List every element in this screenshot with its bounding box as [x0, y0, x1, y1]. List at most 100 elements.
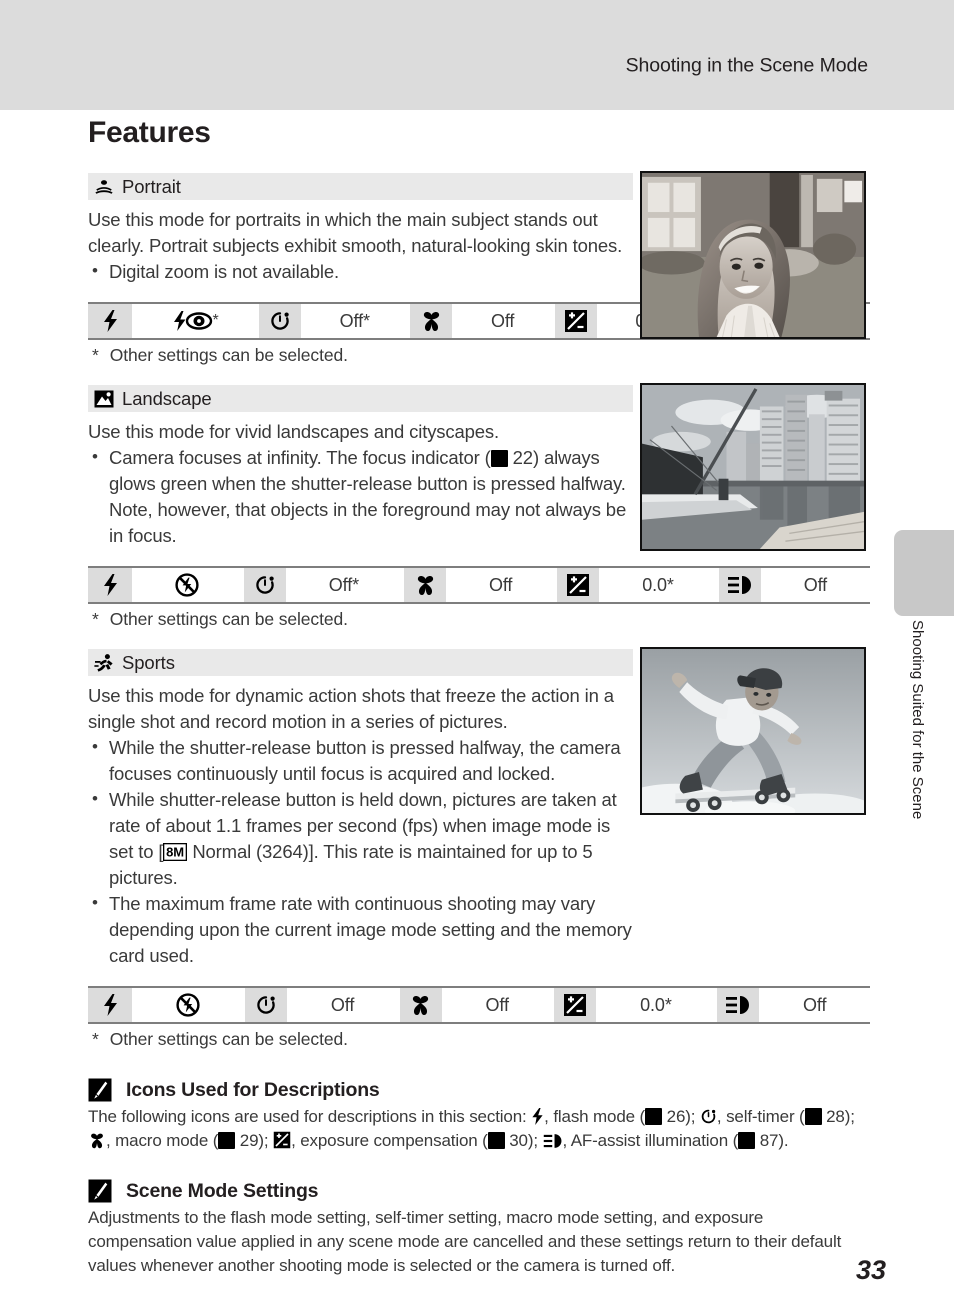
note-item-page: 29 — [239, 1131, 259, 1150]
flash-mode-value — [132, 988, 244, 1022]
flash-redeye-icon — [171, 310, 213, 332]
note-header: Scene Mode Settings — [88, 1179, 870, 1203]
footnote-landscape: * Other settings can be selected. — [88, 609, 870, 630]
exposure-icon — [273, 1131, 291, 1149]
scene-paragraph-sports: Use this mode for dynamic action shots t… — [88, 685, 614, 732]
page-ref-icon — [738, 1132, 756, 1149]
macro-mode-icon — [408, 304, 453, 338]
footnote-star: * — [92, 609, 99, 629]
bullet-text-before: Camera focuses at infinity. The focus in… — [109, 447, 491, 468]
flash-mode-value: * — [132, 304, 258, 338]
footnote-star: * — [92, 345, 99, 365]
self-timer-icon — [243, 988, 288, 1022]
list-item: While the shutter-release button is pres… — [88, 734, 633, 787]
scene-header-sports: Sports — [88, 649, 633, 676]
note-block-icons-used: Icons Used for Descriptions The followin… — [88, 1078, 870, 1153]
exposure-compensation-value: 0.0* — [596, 988, 716, 1022]
note-item-tail: ); — [685, 1107, 700, 1126]
af-assist-icon — [716, 568, 761, 602]
self-timer-icon — [700, 1108, 717, 1125]
scene-paragraph-landscape: Use this mode for vivid landscapes and c… — [88, 421, 500, 442]
side-tab-label: Shooting Suited for the Scene — [909, 620, 926, 820]
af-assist-icon — [543, 1133, 563, 1149]
macro-mode-value: Off — [452, 304, 553, 338]
footnote-text: Other settings can be selected. — [109, 345, 348, 365]
scene-bullets-sports: While the shutter-release button is pres… — [88, 734, 633, 969]
macro-mode-value: Off — [441, 988, 553, 1022]
footnote-text: Other settings can be selected. — [109, 1029, 348, 1049]
image-mode-badge-icon: 8M — [163, 843, 188, 861]
note-item-tail: ); — [527, 1131, 543, 1150]
note-item-page: 30 — [509, 1131, 528, 1150]
flash-off-icon — [175, 573, 199, 597]
flash-mode-asterisk: * — [212, 312, 219, 329]
portrait-photo — [640, 171, 866, 339]
note-item-tail: ). — [778, 1131, 789, 1150]
scene-block-landscape: Landscape Use this mode for vivid landsc… — [88, 383, 870, 551]
note-item-page: 87 — [759, 1131, 779, 1150]
page-content: Features Portrait Use this mode for port… — [88, 118, 871, 1278]
exposure-compensation-value: 0.0* — [599, 568, 717, 602]
note-item-page: 28 — [826, 1107, 845, 1126]
scene-header-portrait: Portrait — [88, 173, 633, 200]
af-assist-value: Off — [760, 568, 871, 602]
pencil-icon — [88, 1078, 112, 1102]
settings-row-sports: Off Off 0.0* Off — [88, 986, 870, 1024]
note-header: Icons Used for Descriptions — [88, 1078, 870, 1102]
note-item-label: , self-timer ( — [716, 1107, 805, 1126]
scene-body-portrait: Use this mode for portraits in which the… — [88, 200, 633, 285]
note-item-tail: ); — [258, 1131, 274, 1150]
sports-icon — [94, 653, 114, 673]
flash-mode-icon — [88, 304, 132, 338]
side-thumb-tab — [894, 530, 954, 616]
note-item-label: , exposure compensation ( — [291, 1131, 488, 1150]
af-assist-value: Off — [759, 988, 870, 1022]
self-timer-icon — [257, 304, 302, 338]
page-ref-icon — [645, 1108, 663, 1125]
page-ref-icon — [490, 450, 508, 467]
note-item-label: , flash mode ( — [544, 1107, 646, 1126]
note-intro: The following icons are used for descrip… — [88, 1107, 532, 1126]
scene-block-sports: Sports Use this mode for dynamic action … — [88, 647, 870, 969]
list-item: While shutter-release button is held dow… — [88, 786, 633, 891]
self-timer-value: Off* — [301, 304, 409, 338]
self-timer-icon — [241, 568, 286, 602]
note-item-label: , AF-assist illumination ( — [562, 1131, 739, 1150]
flash-off-icon — [176, 993, 200, 1017]
bullet-ref-number: 22 — [512, 447, 533, 468]
landscape-photo — [640, 383, 866, 551]
list-item: Digital zoom is not available. — [88, 258, 633, 285]
note-item-tail: ); — [844, 1107, 855, 1126]
footnote-sports: * Other settings can be selected. — [88, 1029, 870, 1050]
macro-mode-icon — [397, 988, 442, 1022]
sports-photo — [640, 647, 866, 815]
macro-mode-icon — [402, 568, 447, 602]
flash-mode-icon — [88, 988, 132, 1022]
exposure-compensation-icon — [552, 304, 597, 338]
page-ref-icon — [218, 1132, 236, 1149]
page-ref-icon — [804, 1108, 822, 1125]
note-body: Adjustments to the flash mode setting, s… — [88, 1208, 842, 1275]
exposure-compensation-icon — [555, 568, 600, 602]
note-body: The following icons are used for descrip… — [88, 1105, 858, 1153]
scene-paragraph-portrait: Use this mode for portraits in which the… — [88, 209, 623, 256]
self-timer-value: Off — [287, 988, 398, 1022]
scene-header-landscape: Landscape — [88, 385, 633, 412]
settings-row-landscape: Off* Off 0.0* Off — [88, 566, 871, 604]
footnote-text: Other settings can be selected. — [109, 609, 348, 629]
portrait-icon — [94, 177, 114, 197]
scene-name-portrait: Portrait — [122, 175, 181, 197]
flash-mode-icon — [88, 568, 132, 602]
page-number: 33 — [855, 1255, 886, 1285]
landscape-icon — [94, 390, 114, 408]
footnote-portrait: * Other settings can be selected. — [88, 345, 870, 366]
scene-bullets-portrait: Digital zoom is not available. — [88, 258, 633, 285]
scene-bullets-landscape: Camera focuses at infinity. The focus in… — [88, 444, 633, 549]
scene-body-sports: Use this mode for dynamic action shots t… — [88, 676, 633, 969]
page-running-header: Shooting in the Scene Mode — [0, 0, 954, 110]
note-block-scene-mode-settings: Scene Mode Settings Adjustments to the f… — [88, 1179, 870, 1278]
self-timer-value: Off* — [285, 568, 403, 602]
exposure-compensation-icon — [552, 988, 597, 1022]
note-item-label: , macro mode ( — [106, 1131, 219, 1150]
note-item-page: 26 — [666, 1107, 686, 1126]
